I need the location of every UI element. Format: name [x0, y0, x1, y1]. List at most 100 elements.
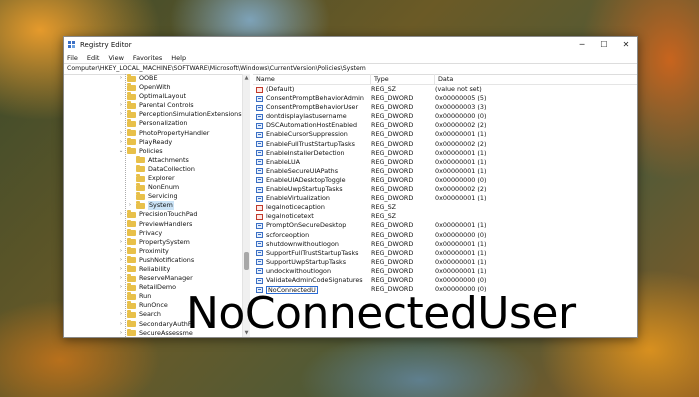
menu-favorites[interactable]: Favorites — [133, 54, 162, 62]
tree-item[interactable]: OptimalLayout — [64, 92, 242, 101]
column-data[interactable]: Data — [435, 74, 637, 84]
tree-item[interactable]: NonEnum — [64, 183, 242, 192]
value-data-cell: 0x00000001 (1) — [435, 130, 487, 139]
value-row[interactable]: EnableFullTrustStartupTasks REG_DWORD 0x00… — [253, 140, 637, 149]
minimize-button[interactable]: ─ — [571, 37, 593, 52]
menu-help[interactable]: Help — [171, 54, 186, 62]
expand-chevron-icon[interactable]: › — [118, 101, 124, 110]
value-type-cell: REG_DWORD — [371, 221, 414, 230]
tree-item[interactable]: › ReserveManager — [64, 274, 242, 283]
expand-chevron-icon[interactable]: › — [118, 74, 124, 83]
tree-item[interactable]: DataCollection — [64, 164, 242, 174]
value-name: ConsentPromptBehaviorUser — [266, 103, 359, 112]
column-name[interactable]: Name — [253, 74, 371, 84]
tree-item[interactable]: › PushNotifications — [64, 255, 242, 265]
value-data-cell: 0x00000001 (1) — [435, 266, 487, 275]
tree-item[interactable]: › PropertySystem — [64, 237, 242, 247]
value-row[interactable]: EnableLUA REG_DWORD 0x00000001 (1) — [253, 158, 637, 167]
close-button[interactable]: ✕ — [615, 37, 637, 52]
value-data-cell: 0x00000001 (1) — [435, 194, 487, 203]
tree-item[interactable]: ⌄ Policies — [64, 146, 242, 156]
tree-item[interactable]: Attachments — [64, 155, 242, 165]
tree-item-label: PreviewHandlers — [139, 219, 193, 228]
value-name: EnableVirtualization — [266, 194, 330, 203]
value-row[interactable]: EnableUIADesktopToggle REG_DWORD 0x0000000… — [253, 176, 637, 185]
value-row[interactable]: EnableVirtualization REG_DWORD 0x00000001 … — [253, 194, 637, 203]
tree-item-label: Servicing — [148, 192, 178, 201]
menu-edit[interactable]: Edit — [87, 54, 100, 62]
expand-chevron-icon[interactable]: ⌄ — [118, 147, 124, 156]
expand-chevron-icon[interactable]: › — [118, 247, 124, 256]
value-row[interactable]: dontdisplaylastusername REG_DWORD 0x000000… — [253, 112, 637, 121]
value-name: SupportFullTrustStartupTasks — [266, 248, 359, 257]
expand-chevron-icon[interactable]: › — [118, 129, 124, 138]
expand-chevron-icon[interactable]: › — [118, 320, 124, 329]
expand-chevron-icon[interactable]: › — [118, 210, 124, 219]
dword-value-icon — [256, 104, 263, 111]
expand-chevron-icon[interactable]: › — [118, 110, 124, 119]
value-row[interactable]: SupportUwpStartupTasks REG_DWORD 0x0000000… — [253, 258, 637, 267]
dword-value-icon — [256, 268, 263, 275]
tree-item[interactable]: Privacy — [64, 228, 242, 238]
tree-item[interactable]: Explorer — [64, 174, 242, 183]
value-name-cell: EnableSecureUIAPaths — [253, 167, 371, 176]
menu-view[interactable]: View — [108, 54, 123, 62]
value-type-cell: REG_DWORD — [371, 185, 414, 194]
value-row[interactable]: EnableUwpStartupTasks REG_DWORD 0x00000002… — [253, 185, 637, 194]
expand-chevron-icon[interactable]: › — [118, 265, 124, 274]
expand-chevron-icon[interactable]: › — [118, 329, 124, 337]
value-row[interactable]: scforceoption REG_DWORD 0x00000000 (0) — [253, 231, 637, 240]
value-row[interactable]: DSCAutomationHostEnabled REG_DWORD 0x00000… — [253, 121, 637, 130]
tree-item[interactable]: › System — [64, 201, 242, 211]
expand-chevron-icon[interactable]: › — [127, 201, 133, 210]
tree-item[interactable]: › OOBE — [64, 74, 242, 83]
value-row[interactable]: ConsentPromptBehaviorUser REG_DWORD 0x0000… — [253, 103, 637, 112]
menu-file[interactable]: File — [67, 54, 78, 62]
folder-icon — [136, 164, 145, 173]
expand-chevron-icon[interactable]: › — [118, 256, 124, 265]
value-row[interactable]: ValidateAdminCodeSignatures REG_DWORD 0x00… — [253, 276, 637, 285]
expand-chevron-icon[interactable]: › — [118, 138, 124, 147]
value-name: ConsentPromptBehaviorAdmin — [266, 94, 364, 103]
tree-item[interactable]: › PlayReady — [64, 137, 242, 147]
column-type[interactable]: Type — [371, 74, 435, 84]
title-bar[interactable]: Registry Editor ─ ☐ ✕ — [64, 37, 637, 52]
expand-chevron-icon[interactable]: › — [118, 238, 124, 247]
tree-item[interactable]: Servicing — [64, 192, 242, 201]
scroll-up-icon[interactable]: ▲ — [243, 75, 250, 81]
tree-item-label: PerceptionSimulationExtensions — [139, 110, 242, 119]
value-data-cell: 0x00000001 (1) — [435, 248, 487, 257]
value-name: EnableSecureUIAPaths — [266, 166, 339, 175]
value-row[interactable]: legalnoticetext REG_SZ — [253, 212, 637, 221]
tree-item[interactable]: › Reliability — [64, 264, 242, 274]
value-row[interactable]: EnableInstallerDetection REG_DWORD 0x00000… — [253, 149, 637, 158]
value-name: dontdisplaylastusername — [266, 112, 347, 121]
value-row[interactable]: PromptOnSecureDesktop REG_DWORD 0x00000001… — [253, 221, 637, 230]
value-name: scforceoption — [266, 230, 310, 239]
tree-item[interactable]: › PrecisionTouchPad — [64, 210, 242, 219]
tree-item[interactable]: › PhotoPropertyHandler — [64, 128, 242, 138]
folder-icon — [127, 301, 136, 309]
value-row[interactable]: SupportFullTrustStartupTasks REG_DWORD 0x0… — [253, 249, 637, 258]
tree-item[interactable]: OpenWith — [64, 83, 242, 92]
value-row[interactable]: ConsentPromptBehaviorAdmin REG_DWORD 0x000… — [253, 94, 637, 103]
tree-item[interactable]: › PerceptionSimulationExtensions — [64, 110, 242, 119]
tree-item[interactable]: › Parental Controls — [64, 101, 242, 110]
maximize-button[interactable]: ☐ — [593, 37, 615, 52]
tree-item[interactable]: Personalization — [64, 119, 242, 128]
expand-chevron-icon[interactable]: › — [118, 274, 124, 283]
value-row[interactable]: EnableSecureUIAPaths REG_DWORD 0x00000001 … — [253, 167, 637, 176]
value-row[interactable]: (Default) REG_SZ (value not set) — [253, 85, 637, 94]
expand-chevron-icon[interactable]: › — [118, 283, 124, 292]
tree-item[interactable]: › Proximity — [64, 246, 242, 256]
menu-bar: File Edit View Favorites Help — [64, 52, 637, 63]
scroll-thumb[interactable] — [244, 252, 249, 270]
value-row[interactable]: undockwithoutlogon REG_DWORD 0x00000001 (1… — [253, 267, 637, 276]
value-data-cell: 0x00000000 (0) — [435, 230, 487, 239]
value-name-cell: EnableInstallerDetection — [253, 149, 371, 158]
value-row[interactable]: legalnoticecaption REG_SZ — [253, 203, 637, 212]
expand-chevron-icon[interactable]: › — [118, 310, 124, 319]
tree-item[interactable]: PreviewHandlers — [64, 219, 242, 229]
value-row[interactable]: EnableCursorSuppression REG_DWORD 0x000000… — [253, 130, 637, 139]
value-row[interactable]: shutdownwithoutlogon REG_DWORD 0x00000001 … — [253, 240, 637, 249]
